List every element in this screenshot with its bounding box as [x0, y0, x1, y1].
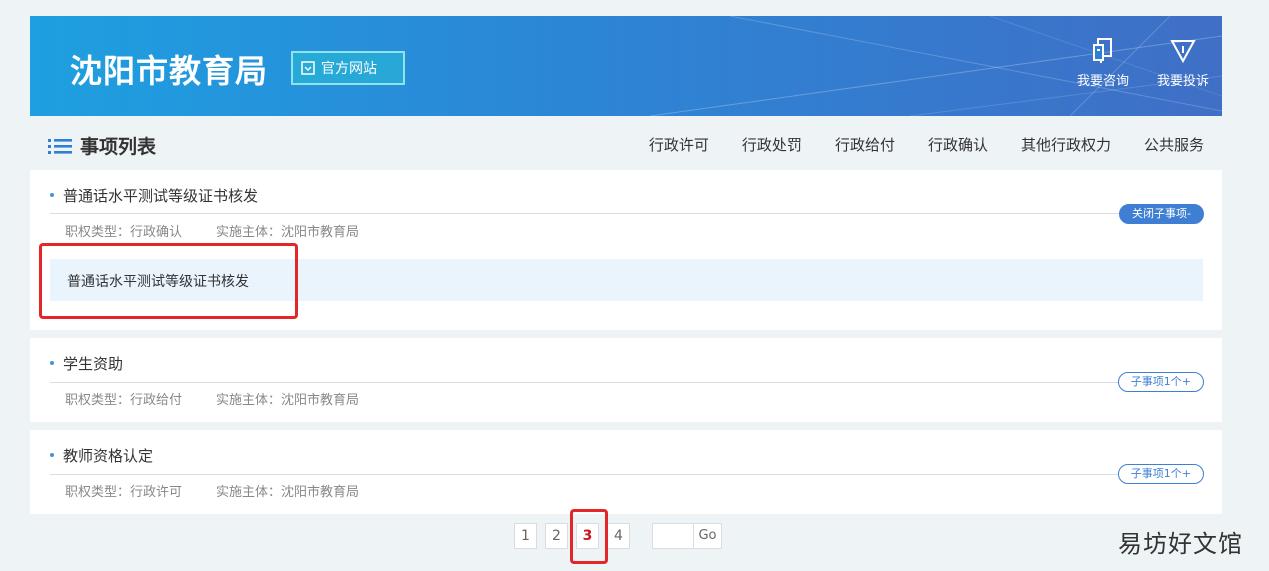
tab-administrative-payment[interactable]: 行政给付	[835, 134, 895, 155]
shield-icon	[301, 61, 315, 75]
item-org: 实施主体：沈阳市教育局	[216, 393, 360, 408]
list-icon	[48, 138, 72, 154]
consult-icon	[1093, 38, 1112, 63]
consult-button[interactable]: 我要咨询	[1068, 38, 1138, 89]
go-button[interactable]: Go	[694, 523, 722, 549]
official-site-label: 官方网站	[321, 61, 377, 77]
bullet-icon	[50, 360, 54, 365]
item-meta: 职权类型：行政许可 实施主体：沈阳市教育局	[65, 481, 359, 500]
site-title: 沈阳市教育局	[70, 52, 269, 90]
pagination: 1 2 3 4 Go	[514, 523, 722, 549]
item-title-text: 教师资格认定	[63, 447, 154, 465]
page-4-button[interactable]: 4	[607, 523, 630, 549]
tab-administrative-license[interactable]: 行政许可	[649, 134, 709, 155]
tab-administrative-penalty[interactable]: 行政处罚	[742, 134, 802, 155]
item-meta: 职权类型：行政确认 实施主体：沈阳市教育局	[65, 221, 359, 240]
list-item: 学生资助 子事项1个+ 职权类型：行政给付 实施主体：沈阳市教育局	[30, 338, 1222, 422]
page-number-input[interactable]	[652, 523, 694, 549]
divider	[50, 474, 1204, 475]
bullet-icon	[50, 452, 54, 457]
item-title-link[interactable]: 教师资格认定	[50, 445, 153, 466]
item-type: 职权类型：行政确认	[65, 225, 183, 240]
page-2-button[interactable]: 2	[545, 523, 568, 549]
toggle-subitems-button[interactable]: 子事项1个+	[1117, 372, 1204, 392]
list-header: 事项列表 行政许可 行政处罚 行政给付 行政确认 其他行政权力 公共服务	[30, 120, 1222, 166]
divider	[50, 213, 1204, 214]
item-org: 实施主体：沈阳市教育局	[216, 225, 360, 240]
item-type: 职权类型：行政给付	[65, 393, 183, 408]
list-item: 教师资格认定 子事项1个+ 职权类型：行政许可 实施主体：沈阳市教育局	[30, 430, 1222, 514]
category-tabs: 行政许可 行政处罚 行政给付 行政确认 其他行政权力 公共服务	[649, 134, 1204, 155]
item-title-link[interactable]: 普通话水平测试等级证书核发	[50, 185, 258, 206]
list-title: 事项列表	[48, 132, 156, 159]
highlight-box	[570, 509, 608, 564]
highlight-box	[39, 243, 298, 319]
item-meta: 职权类型：行政给付 实施主体：沈阳市教育局	[65, 389, 359, 408]
watermark: 易坊好文馆	[1118, 530, 1243, 558]
official-site-link[interactable]: 官方网站	[291, 51, 405, 85]
page-1-button[interactable]: 1	[514, 523, 537, 549]
list-title-text: 事项列表	[80, 136, 157, 158]
consult-label: 我要咨询	[1076, 74, 1129, 89]
complaint-icon	[1170, 40, 1196, 64]
item-title-text: 学生资助	[63, 355, 124, 373]
complaint-button[interactable]: 我要投诉	[1148, 38, 1218, 89]
tab-administrative-confirmation[interactable]: 行政确认	[928, 134, 988, 155]
toggle-subitems-button[interactable]: 子事项1个+	[1117, 464, 1204, 484]
tab-public-service[interactable]: 公共服务	[1144, 134, 1204, 155]
item-title-link[interactable]: 学生资助	[50, 353, 123, 374]
item-type: 职权类型：行政许可	[65, 485, 183, 500]
toggle-subitems-button[interactable]: 关闭子事项-	[1119, 204, 1204, 224]
item-org: 实施主体：沈阳市教育局	[216, 485, 360, 500]
tab-other-powers[interactable]: 其他行政权力	[1021, 134, 1111, 155]
item-title-text: 普通话水平测试等级证书核发	[63, 187, 259, 205]
complaint-label: 我要投诉	[1156, 74, 1209, 89]
bullet-icon	[50, 192, 54, 197]
header-banner: 沈阳市教育局 官方网站 我要咨询 我要投诉	[30, 16, 1222, 116]
divider	[50, 382, 1204, 383]
